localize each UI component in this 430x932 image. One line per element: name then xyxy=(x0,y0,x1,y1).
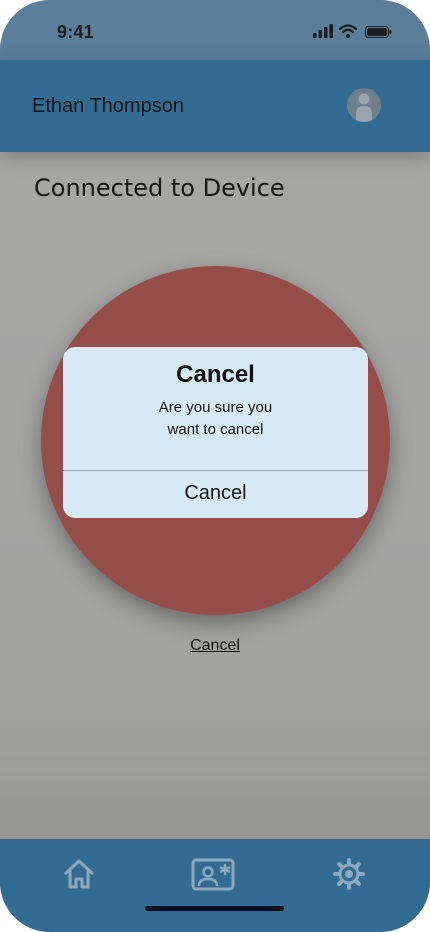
dialog-message: Are you sure you want to cancel xyxy=(123,397,308,441)
dialog-title: Cancel xyxy=(176,361,255,388)
app-header: Ethan Thompson xyxy=(0,60,430,152)
status-bar: 9:41 xyxy=(0,0,430,60)
home-icon xyxy=(64,859,94,889)
cellular-signal-icon xyxy=(313,24,333,38)
page-title: Connected to Device xyxy=(34,174,285,202)
battery-icon xyxy=(365,26,392,38)
dialog-message-line-2: want to cancel xyxy=(167,421,264,438)
wifi-icon xyxy=(339,24,357,38)
tab-bar xyxy=(0,839,430,932)
cancel-dialog: Cancel Are you sure you want to cancel C… xyxy=(63,347,368,518)
contact-card-icon xyxy=(191,858,235,891)
settings-gear-icon xyxy=(333,858,365,890)
tab-profile[interactable] xyxy=(183,839,243,909)
phone-screen: 9:41 Ethan Thompson Connected to Device xyxy=(0,0,430,932)
user-name: Ethan Thompson xyxy=(32,95,184,117)
user-avatar-icon[interactable] xyxy=(347,88,381,122)
cancel-link[interactable]: Cancel xyxy=(0,637,430,655)
dialog-cancel-button[interactable]: Cancel xyxy=(63,471,368,518)
dialog-message-line-1: Are you sure you xyxy=(158,399,273,416)
tab-settings[interactable] xyxy=(319,839,379,909)
status-time: 9:41 xyxy=(57,22,94,42)
tab-home[interactable] xyxy=(49,839,109,909)
home-indicator[interactable] xyxy=(145,906,284,911)
